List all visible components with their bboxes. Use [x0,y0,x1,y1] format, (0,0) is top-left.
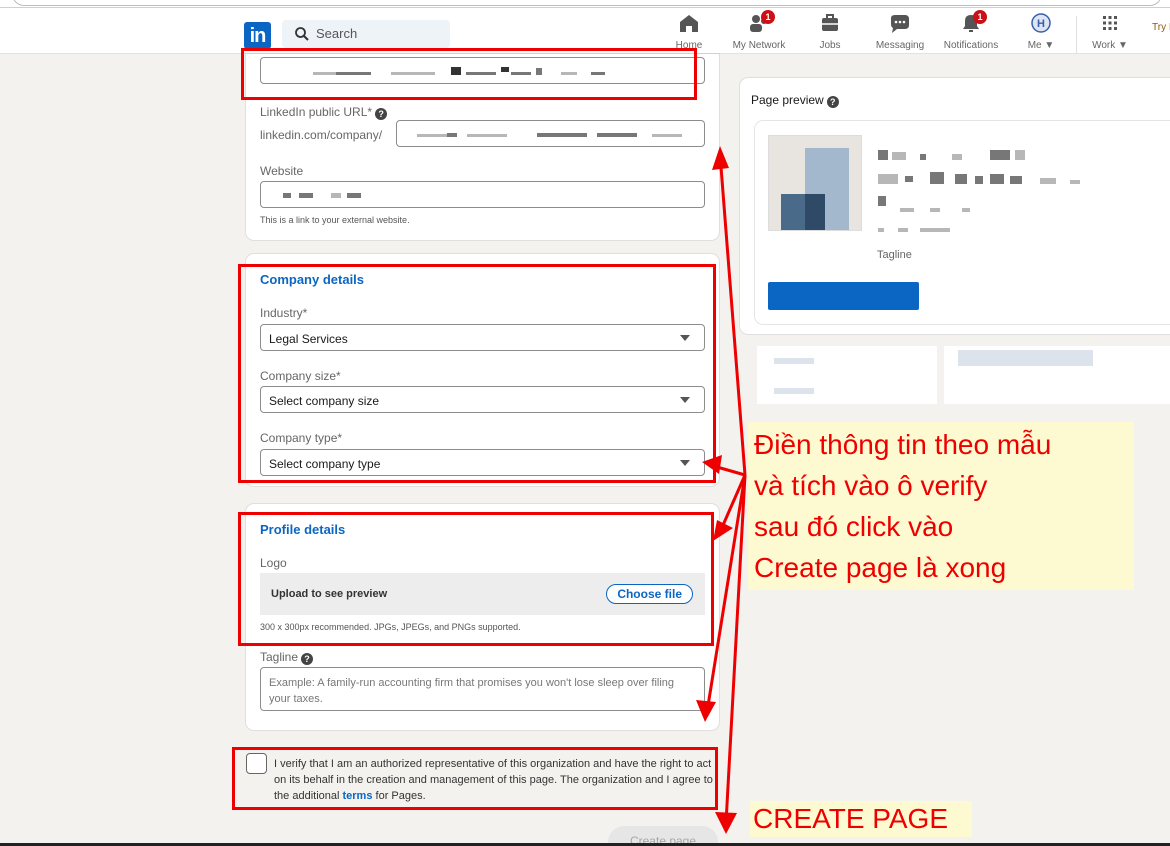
avatar: H [1031,13,1051,33]
nav-notifications-label: Notifications [943,40,999,51]
nav-jobs[interactable]: Jobs [810,12,850,54]
briefcase-icon [822,14,838,31]
linkedin-logo[interactable]: in [244,22,271,49]
preview-logo [768,135,862,231]
website-field[interactable] [260,181,705,208]
nav-work[interactable]: Work ▼ [1088,12,1132,54]
preview-tagline: Tagline [877,249,912,261]
page-preview-title: Page preview [751,93,824,107]
annotation-line-2: và tích vào ô verify [754,470,988,501]
annotation-create-page: CREATE PAGE [750,801,972,837]
search-icon [295,27,309,41]
annotation-box-verify [232,747,718,810]
public-url-field[interactable] [396,120,705,147]
chevron-down-icon: ▼ [1118,40,1128,51]
search-bar[interactable]: Search [282,20,450,48]
help-icon[interactable]: ? [826,96,839,108]
browser-frame-edge [0,0,1170,8]
help-icon[interactable]: ? [375,108,388,120]
nav-my-network[interactable]: 1 My Network [728,10,790,54]
nav-me[interactable]: H Me ▼ [1020,12,1062,54]
annotation-line-1: Điền thông tin theo mẫu [754,429,1052,460]
preview-ghost-content [944,346,1170,404]
nav-jobs-label: Jobs [819,40,841,51]
message-icon [891,15,909,33]
nav-notifications[interactable]: 1 Notifications [938,10,1004,54]
website-label: Website [260,164,304,178]
search-placeholder: Search [316,26,358,41]
preview-follow-button [768,282,919,310]
website-hint: This is a link to your external website. [260,215,410,225]
home-icon [680,15,698,32]
annotation-instructions: Điền thông tin theo mẫu và tích vào ô ve… [748,422,1134,590]
try-premium-link[interactable]: Try I [1152,22,1170,33]
notifications-badge: 1 [973,10,987,24]
annotation-line-3: sau đó click vào [754,511,954,542]
annotation-box-company-details [238,264,716,483]
nav-me-label: Me [1027,40,1042,51]
svg-text:H: H [1037,18,1045,30]
tagline-label: Tagline [260,650,299,664]
help-icon[interactable]: ? [301,653,314,665]
nav-work-label: Work [1092,40,1116,51]
grid-icon [1103,16,1117,30]
tagline-textarea[interactable]: Example: A family-run accounting firm th… [260,667,705,711]
network-badge: 1 [761,10,775,24]
chevron-down-icon: ▼ [1044,40,1055,51]
annotation-box-name [241,48,697,100]
annotation-box-profile-details [238,512,714,646]
nav-messaging[interactable]: Messaging [870,12,930,54]
annotation-line-4: Create page là xong [754,552,1007,583]
url-label: LinkedIn public URL* [260,105,373,119]
nav-network-label: My Network [732,40,786,51]
preview-ghost-sidebar [757,346,937,404]
nav-messaging-label: Messaging [875,40,925,51]
url-prefix: linkedin.com/company/ [260,128,383,142]
